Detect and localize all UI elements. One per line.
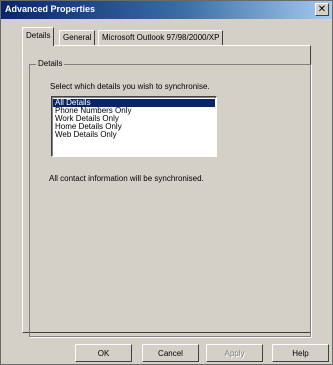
list-item-web-details-only[interactable]: Web Details Only [53, 131, 215, 139]
close-button[interactable]: ✕ [315, 3, 329, 16]
tab-general-label: General [63, 33, 92, 42]
details-listbox[interactable]: All Details Phone Numbers Only Work Deta… [51, 96, 217, 157]
apply-button[interactable]: Apply [206, 344, 263, 362]
apply-button-label: Apply [224, 348, 245, 358]
details-group-legend: Details [36, 59, 65, 68]
title-bar[interactable]: Advanced Properties ✕ [1, 1, 332, 19]
tab-details[interactable]: Details [22, 27, 55, 46]
window-title: Advanced Properties [5, 4, 96, 14]
cancel-button[interactable]: Cancel [142, 344, 199, 362]
instruction-text: Select which details you wish to synchro… [50, 82, 210, 91]
help-button[interactable]: Help [272, 344, 329, 362]
close-icon: ✕ [317, 3, 327, 15]
ok-button[interactable]: OK [75, 344, 132, 362]
cancel-button-label: Cancel [158, 348, 183, 358]
tab-microsoft-outlook[interactable]: Microsoft Outlook 97/98/2000/XP [98, 30, 224, 45]
tab-general[interactable]: General [59, 30, 96, 45]
tab-microsoft-outlook-label: Microsoft Outlook 97/98/2000/XP [102, 33, 220, 42]
help-button-label: Help [292, 348, 309, 358]
summary-text: All contact information will be synchron… [49, 174, 204, 183]
tab-details-label: Details [26, 31, 51, 40]
ok-button-label: OK [97, 348, 110, 358]
